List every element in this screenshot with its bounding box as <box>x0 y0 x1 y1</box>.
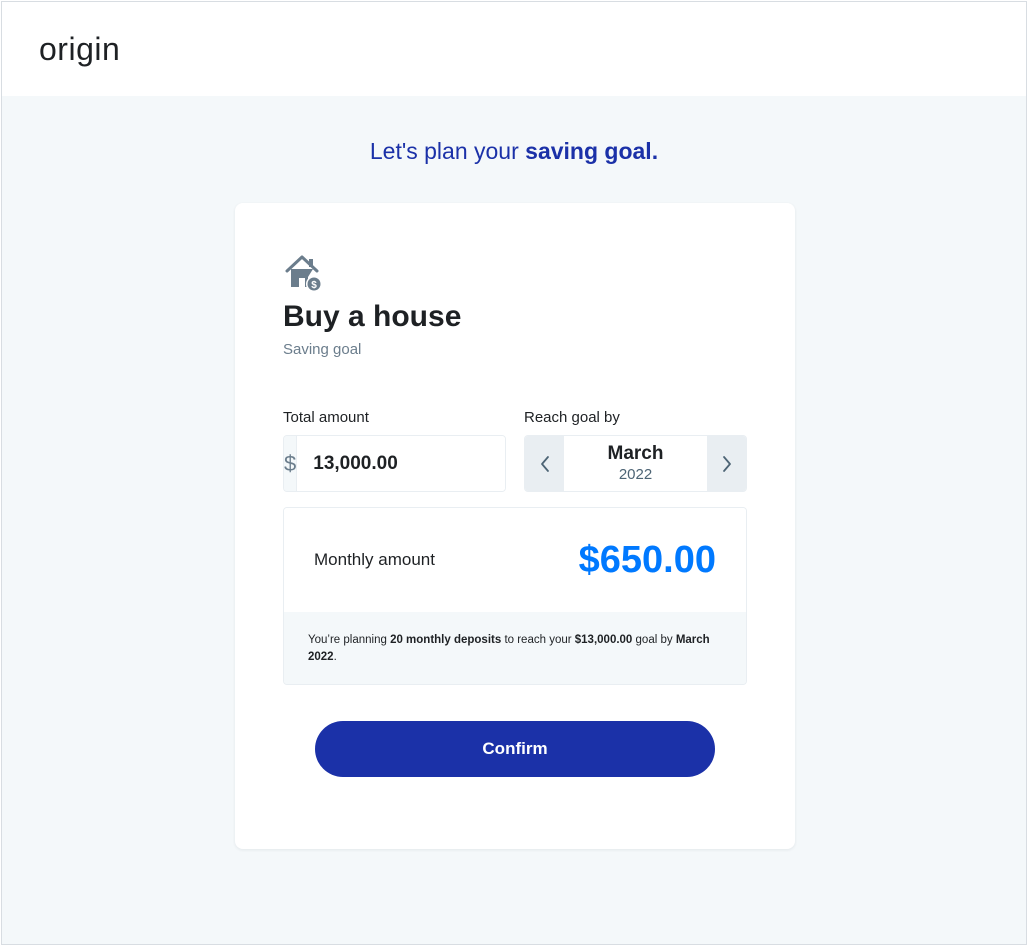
reach-goal-date-picker: March 2022 <box>524 435 747 492</box>
note-text-1: You’re planning <box>308 634 391 646</box>
note-amount: $13,000.00 <box>574 634 633 646</box>
note-text-2: to reach your <box>501 634 575 646</box>
saving-goal-card: $ Buy a house Saving goal Total amount R… <box>235 203 795 849</box>
total-amount-label: Total amount <box>283 409 369 426</box>
selected-month: March <box>607 442 664 464</box>
monthly-amount-label: Monthly amount <box>314 550 435 569</box>
chevron-left-icon <box>540 455 549 472</box>
reach-goal-label: Reach goal by <box>524 409 620 426</box>
total-amount-input[interactable] <box>297 436 505 491</box>
note-deposits: 20 monthly deposits <box>390 634 502 646</box>
monthly-amount-row: Monthly amount $650.00 <box>284 508 746 612</box>
currency-symbol: $ <box>284 436 298 491</box>
svg-text:$: $ <box>311 280 317 291</box>
origin-logo[interactable]: origin <box>39 31 120 68</box>
confirm-button[interactable]: Confirm <box>315 721 715 777</box>
summary-note: You’re planning 20 monthly deposits to r… <box>284 612 746 684</box>
goal-title: Buy a house <box>283 300 462 333</box>
next-month-button[interactable] <box>707 436 746 491</box>
note-text-3: goal by <box>632 634 676 646</box>
total-amount-field[interactable]: $ <box>283 435 506 492</box>
app-frame: origin Let's plan your saving goal. $ Bu… <box>1 1 1027 945</box>
monthly-summary: Monthly amount $650.00 You’re planning 2… <box>283 507 747 685</box>
headline-emphasis: saving goal. <box>525 138 659 164</box>
goal-subtitle: Saving goal <box>283 341 362 358</box>
selected-year: 2022 <box>618 465 653 483</box>
headline-prefix: Let's plan your <box>369 138 526 164</box>
previous-month-button[interactable] <box>525 436 564 491</box>
house-dollar-icon: $ <box>285 255 322 292</box>
chevron-right-icon <box>722 455 731 472</box>
monthly-amount-value: $650.00 <box>578 538 716 581</box>
note-text-4: . <box>333 651 337 663</box>
top-bar: origin <box>2 2 1026 96</box>
page-headline: Let's plan your saving goal. <box>2 138 1026 165</box>
selected-date: March 2022 <box>564 436 707 491</box>
